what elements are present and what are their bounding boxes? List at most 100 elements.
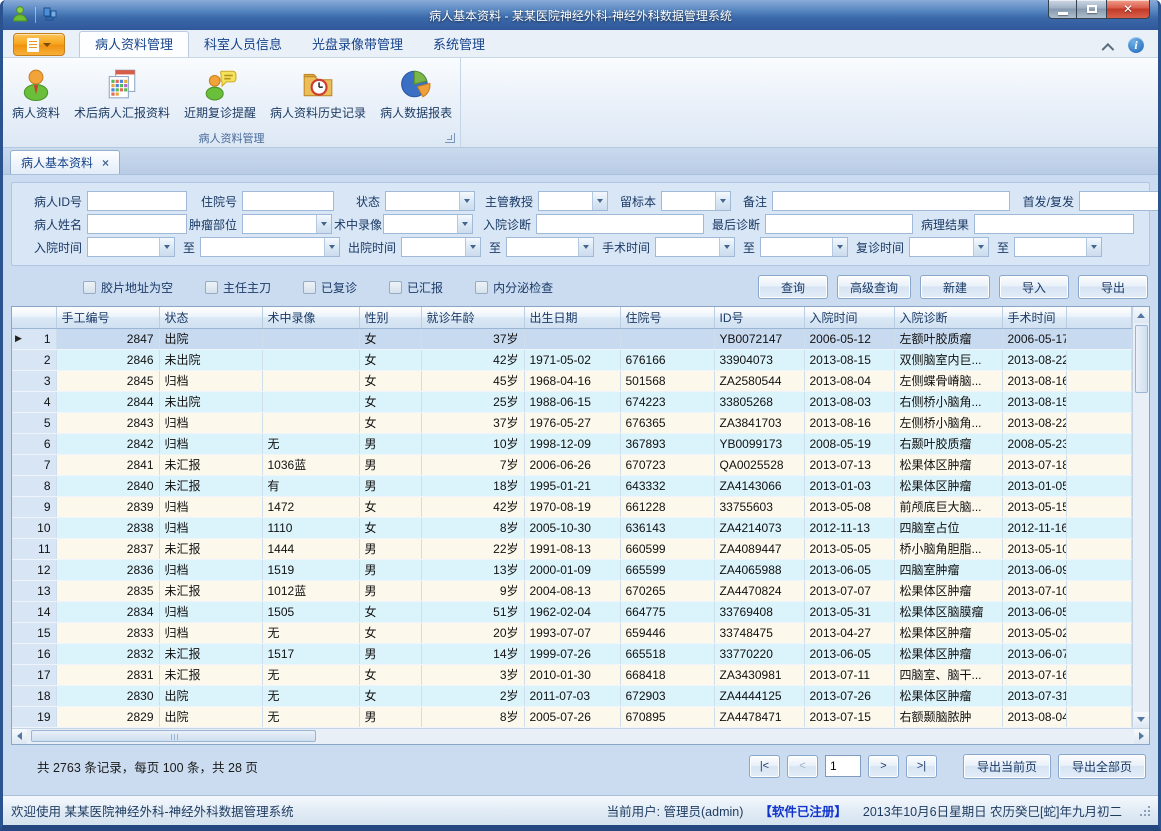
table-row[interactable]: 142834归档1505女51岁1962-02-0466477533769408… [12, 601, 1132, 622]
vertical-scroll-thumb[interactable] [1135, 325, 1148, 393]
filter-input-入院诊断[interactable] [536, 214, 704, 234]
column-header-出生日期[interactable]: 出生日期 [524, 307, 620, 328]
filter-input-最后诊断[interactable] [765, 214, 913, 234]
row-indicator[interactable]: 8 [12, 475, 56, 496]
chevron-down-icon[interactable] [459, 192, 474, 210]
dialog-launcher-icon[interactable] [445, 133, 455, 143]
table-row[interactable]: 122836归档1519男13岁2000-01-09665599ZA406598… [12, 559, 1132, 580]
ribbon-button-病人资料历史记录[interactable]: 病人资料历史记录 [263, 61, 373, 127]
filter-combo-至[interactable] [1014, 237, 1102, 257]
table-row[interactable]: 52843归档女37岁1976-05-27676365ZA38417032013… [12, 412, 1132, 433]
column-header-状态[interactable]: 状态 [159, 307, 262, 328]
filter-combo-状态[interactable] [385, 191, 475, 211]
chevron-down-icon[interactable] [1086, 238, 1101, 256]
export-current-page-button[interactable]: 导出当前页 [963, 754, 1051, 779]
row-indicator[interactable]: 18 [12, 685, 56, 706]
导入-button[interactable]: 导入 [999, 275, 1069, 299]
prev-page-button[interactable]: < [787, 755, 818, 778]
row-indicator[interactable]: 7 [12, 454, 56, 475]
row-indicator[interactable]: 4 [12, 391, 56, 412]
filter-combo-至[interactable] [506, 237, 594, 257]
chevron-down-icon[interactable] [592, 192, 607, 210]
table-row[interactable]: 172831未汇报无女3岁2010-01-30668418ZA343098120… [12, 664, 1132, 685]
column-header-入院诊断[interactable]: 入院诊断 [894, 307, 1002, 328]
checkbox-icon[interactable] [475, 281, 488, 294]
table-row[interactable]: 62842归档无男10岁1998-12-09367893YB0099173200… [12, 433, 1132, 454]
tab-close-icon[interactable]: × [102, 156, 109, 170]
table-row[interactable]: 192829出院无男8岁2005-07-26670895ZA4478471201… [12, 706, 1132, 727]
高级查询-button[interactable]: 高级查询 [837, 275, 911, 299]
filter-combo-留标本[interactable] [661, 191, 731, 211]
row-indicator[interactable]: ▶1 [12, 328, 56, 349]
chevron-down-icon[interactable] [973, 238, 988, 256]
table-row[interactable]: 42844未出院女25岁1988-06-15674223338052682013… [12, 391, 1132, 412]
column-header-性别[interactable]: 性别 [359, 307, 421, 328]
minimize-button[interactable] [1048, 0, 1077, 19]
table-row[interactable]: 112837未汇报1444男22岁1991-08-13660599ZA40894… [12, 538, 1132, 559]
collapse-ribbon-icon[interactable] [1102, 42, 1114, 49]
export-all-pages-button[interactable]: 导出全部页 [1058, 754, 1146, 779]
ribbon-button-近期复诊提醒[interactable]: 近期复诊提醒 [177, 61, 263, 127]
table-row[interactable]: ▶12847出院女37岁YB00721472006-05-12左额叶胶质瘤200… [12, 328, 1132, 349]
column-header-ID号[interactable]: ID号 [714, 307, 804, 328]
column-header-手工编号[interactable]: 手工编号 [56, 307, 159, 328]
row-indicator[interactable]: 17 [12, 664, 56, 685]
checkbox-icon[interactable] [83, 281, 96, 294]
filter-input-住院号[interactable] [242, 191, 334, 211]
table-row[interactable]: 72841未汇报1036蓝男7岁2006-06-26670723QA002552… [12, 454, 1132, 475]
chevron-down-icon[interactable] [316, 215, 331, 233]
row-indicator[interactable]: 9 [12, 496, 56, 517]
next-page-button[interactable]: > [868, 755, 899, 778]
chevron-down-icon[interactable] [832, 238, 847, 256]
info-icon[interactable]: i [1128, 37, 1144, 53]
first-page-button[interactable]: |< [749, 755, 780, 778]
app-menu-button[interactable] [13, 33, 65, 56]
filter-input-病人姓名[interactable] [87, 214, 187, 234]
table-row[interactable]: 162832未汇报1517男14岁1999-07-266655183377022… [12, 643, 1132, 664]
vertical-scrollbar[interactable] [1132, 307, 1149, 728]
chevron-down-icon[interactable] [159, 238, 174, 256]
filter-input-病人ID号[interactable] [87, 191, 187, 211]
checkbox-胶片地址为空[interactable]: 胶片地址为空 [83, 279, 173, 296]
row-indicator[interactable]: 11 [12, 538, 56, 559]
ribbon-button-病人资料[interactable]: 病人资料 [5, 61, 67, 127]
新建-button[interactable]: 新建 [920, 275, 990, 299]
filter-combo-至[interactable] [200, 237, 340, 257]
chevron-down-icon[interactable] [719, 238, 734, 256]
filter-combo-肿瘤部位[interactable] [242, 214, 332, 234]
chevron-down-icon[interactable] [324, 238, 339, 256]
filter-combo-术中录像[interactable] [383, 214, 473, 234]
chevron-down-icon[interactable] [465, 238, 480, 256]
filter-combo-至[interactable] [760, 237, 848, 257]
row-indicator[interactable]: 13 [12, 580, 56, 601]
maximize-button[interactable] [1077, 0, 1106, 19]
horizontal-scrollbar[interactable] [12, 728, 1149, 744]
row-indicator[interactable]: 16 [12, 643, 56, 664]
chevron-down-icon[interactable] [715, 192, 730, 210]
ribbon-tab-3[interactable]: 系统管理 [418, 32, 500, 57]
checkbox-icon[interactable] [389, 281, 402, 294]
column-header-术中录像[interactable]: 术中录像 [262, 307, 359, 328]
checkbox-已复诊[interactable]: 已复诊 [303, 279, 357, 296]
ribbon-tab-1[interactable]: 科室人员信息 [189, 32, 297, 57]
table-row[interactable]: 22846未出院女42岁1971-05-02676166339040732013… [12, 349, 1132, 370]
quick-access-icon[interactable] [42, 6, 58, 25]
查询-button[interactable]: 查询 [758, 275, 828, 299]
ribbon-tab-2[interactable]: 光盘录像带管理 [297, 32, 418, 57]
row-indicator[interactable]: 3 [12, 370, 56, 391]
tab-patient-basic-info[interactable]: 病人基本资料 × [10, 150, 120, 174]
row-indicator[interactable]: 19 [12, 706, 56, 727]
table-row[interactable]: 102838归档1110女8岁2005-10-30636143ZA4214073… [12, 517, 1132, 538]
table-row[interactable]: 132835未汇报1012蓝男9岁2004-08-13670265ZA44708… [12, 580, 1132, 601]
ribbon-button-病人数据报表[interactable]: 病人数据报表 [373, 61, 459, 127]
scroll-down-icon[interactable] [1134, 712, 1149, 728]
scroll-left-icon[interactable] [12, 729, 27, 744]
row-indicator[interactable]: 2 [12, 349, 56, 370]
ribbon-tab-0[interactable]: 病人资料管理 [79, 31, 189, 57]
filter-combo-出院时间[interactable] [401, 237, 481, 257]
last-page-button[interactable]: >| [906, 755, 937, 778]
checkbox-主任主刀[interactable]: 主任主刀 [205, 279, 271, 296]
column-header-就诊年龄[interactable]: 就诊年龄 [421, 307, 524, 328]
table-row[interactable]: 92839归档1472女42岁1970-08-19661228337556032… [12, 496, 1132, 517]
row-indicator[interactable]: 14 [12, 601, 56, 622]
